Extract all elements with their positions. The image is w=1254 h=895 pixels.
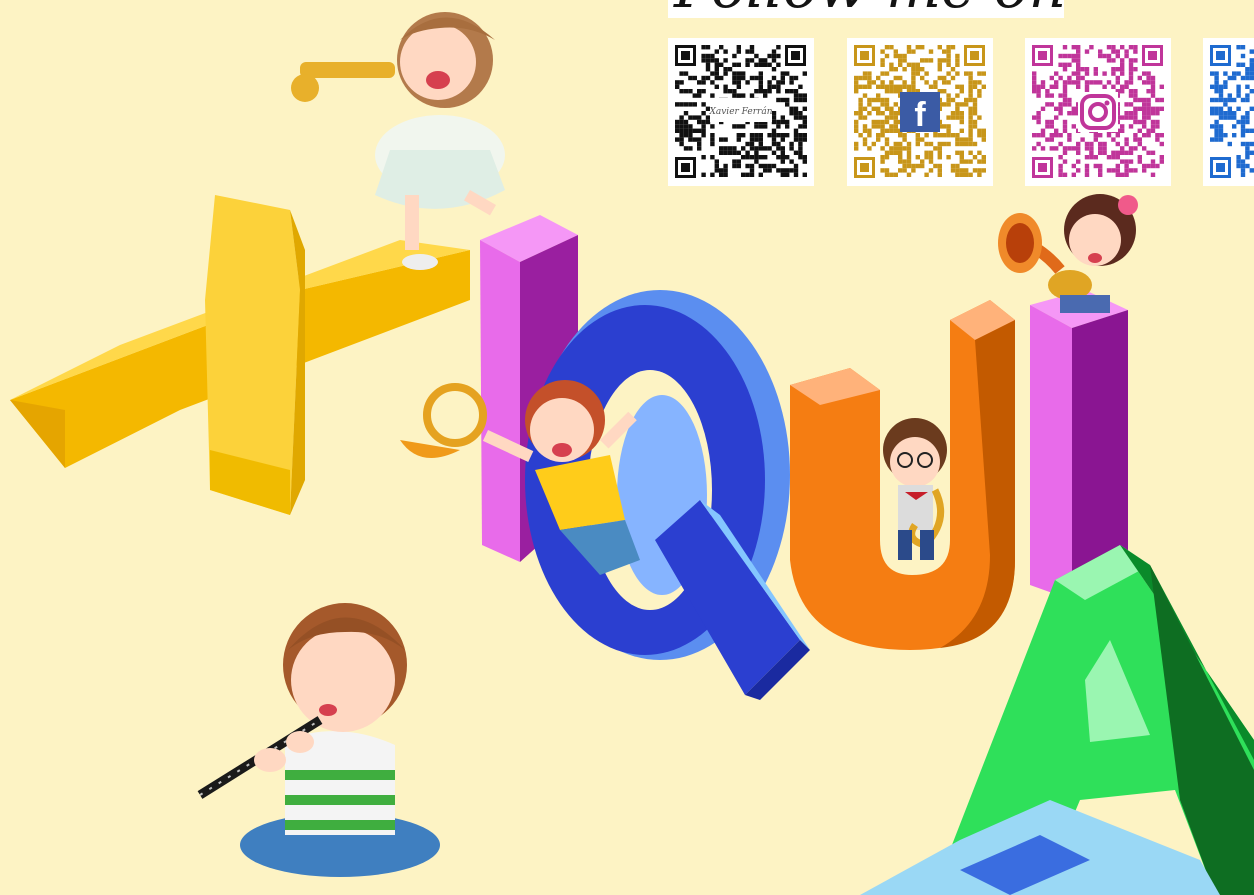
girl-with-tuba bbox=[998, 194, 1138, 313]
letter-bottom bbox=[860, 800, 1220, 895]
letter-scene bbox=[10, 12, 1254, 895]
boy-with-saxophone bbox=[883, 418, 947, 560]
letter-x bbox=[10, 195, 470, 515]
boy-with-clarinet bbox=[197, 603, 440, 877]
poster-canvas: Follow me on Xavier Ferrán f bbox=[0, 0, 1254, 895]
girl-with-trumpet bbox=[291, 12, 505, 270]
